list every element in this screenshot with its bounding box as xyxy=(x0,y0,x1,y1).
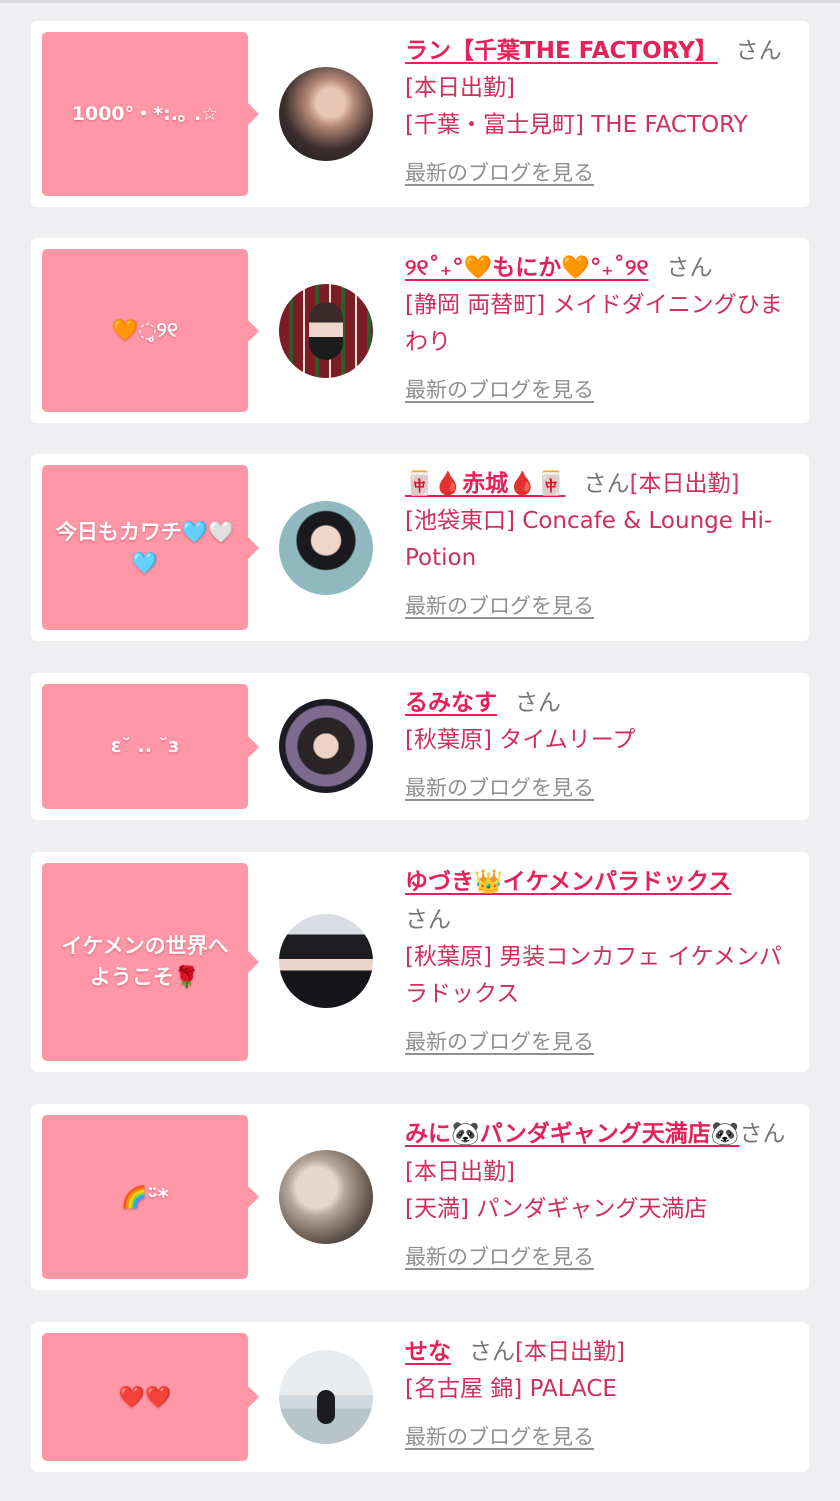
bubble-message: ❤️❤️ xyxy=(118,1384,172,1409)
cast-name-link[interactable]: ラン【千葉THE FACTORY】 xyxy=(405,38,718,64)
bubble-message: ɛ˘ .. ˘з xyxy=(110,735,180,757)
avatar[interactable] xyxy=(279,284,373,378)
avatar[interactable] xyxy=(279,914,373,1008)
avatar[interactable] xyxy=(279,699,373,793)
cast-name-link[interactable]: みに🐼パンダギャング天満店🐼 xyxy=(405,1121,739,1147)
cast-card: イケメンの世界へようこそ🌹 ゆづき👑イケメンパラドックス さん [秋葉原] 男装コ… xyxy=(31,852,809,1072)
speech-bubble: ɛ˘ .. ˘з xyxy=(42,684,259,809)
latest-blog-link[interactable]: 最新のブログを見る xyxy=(405,773,594,803)
shop-name: [秋葉原] タイムリープ xyxy=(405,727,636,753)
cast-name-link[interactable]: 🀄🩸赤城🩸🀄 xyxy=(405,471,566,497)
bubble-message: 今日もカワチ🩵🤍🩵 xyxy=(55,519,235,575)
cast-info: ୨୧˚₊°🧡もにか🧡°₊˚୨୧ さん [静岡 両替町] メイドダイニングひまわり … xyxy=(405,249,801,405)
shop-name: [天満] パンダギャング天満店 xyxy=(405,1196,708,1222)
cast-card: ❤️❤️ せな さん[本日出勤] [名古屋 錦] PALACE 最新のブログを見る xyxy=(31,1322,809,1472)
speech-bubble: 🌈ᵕ̈* xyxy=(42,1115,259,1279)
cast-card: 今日もカワチ🩵🤍🩵 🀄🩸赤城🩸🀄 さん[本日出勤] [池袋東口] Concafe … xyxy=(31,454,809,641)
avatar[interactable] xyxy=(279,501,373,595)
latest-blog-link[interactable]: 最新のブログを見る xyxy=(405,158,594,188)
speech-bubble: 1000°・*:.｡ .☆ xyxy=(42,32,259,196)
speech-bubble: 今日もカワチ🩵🤍🩵 xyxy=(42,465,259,630)
cast-card: 🌈ᵕ̈* みに🐼パンダギャング天満店🐼さん [本日出勤] [天満] パンダギャング… xyxy=(31,1104,809,1290)
shop-name: [名古屋 錦] PALACE xyxy=(405,1376,617,1402)
speech-bubble: 🧡◌̥୨୧ xyxy=(42,249,259,412)
cast-card: 1000°・*:.｡ .☆ ラン【千葉THE FACTORY】 さん [本日出勤]… xyxy=(31,21,809,207)
honorific: さん xyxy=(739,1121,786,1147)
cast-info: ゆづき👑イケメンパラドックス さん [秋葉原] 男装コンカフェ イケメンパラドック… xyxy=(405,863,801,1057)
cast-name-link[interactable]: ୨୧˚₊°🧡もにか🧡°₊˚୨୧ xyxy=(405,255,648,281)
honorific: さん xyxy=(666,255,713,281)
bubble-message: 1000°・*:.｡ .☆ xyxy=(71,102,219,125)
work-status: [本日出勤] xyxy=(405,75,515,101)
cast-info: 🀄🩸赤城🩸🀄 さん[本日出勤] [池袋東口] Concafe & Lounge H… xyxy=(405,465,801,621)
avatar-portrait xyxy=(309,302,343,360)
shop-name: [静岡 両替町] メイドダイニングひまわり xyxy=(405,292,783,355)
latest-blog-link[interactable]: 最新のブログを見る xyxy=(405,1027,594,1057)
speech-bubble: イケメンの世界へようこそ🌹 xyxy=(42,863,259,1061)
work-status: [本日出勤] xyxy=(405,1159,515,1185)
avatar-portrait xyxy=(317,1390,335,1424)
cast-name-link[interactable]: るみなす xyxy=(405,690,497,716)
work-status: [本日出勤] xyxy=(515,1339,625,1365)
shop-name: [千葉・富士見町] THE FACTORY xyxy=(405,112,748,138)
cast-info: みに🐼パンダギャング天満店🐼さん [本日出勤] [天満] パンダギャング天満店 最… xyxy=(405,1115,801,1272)
honorific: さん xyxy=(583,471,630,497)
avatar[interactable] xyxy=(279,67,373,161)
shop-name: [秋葉原] 男装コンカフェ イケメンパラドックス xyxy=(405,944,782,1007)
bubble-message: イケメンの世界へようこそ🌹 xyxy=(61,934,229,989)
work-status: [本日出勤] xyxy=(629,471,740,497)
cast-info: るみなす さん [秋葉原] タイムリープ 最新のブログを見る xyxy=(405,684,801,803)
speech-bubble: ❤️❤️ xyxy=(42,1333,259,1461)
honorific: さん xyxy=(405,907,451,933)
honorific: さん xyxy=(469,1339,515,1365)
shop-name: [池袋東口] Concafe & Lounge Hi-Potion xyxy=(405,508,773,571)
bubble-message: 🧡◌̥୨୧ xyxy=(112,318,178,342)
avatar[interactable] xyxy=(279,1350,373,1444)
cast-info: ラン【千葉THE FACTORY】 さん [本日出勤] [千葉・富士見町] THE… xyxy=(405,32,801,188)
cast-name-link[interactable]: せな xyxy=(405,1339,451,1365)
cast-card: 🧡◌̥୨୧ ୨୧˚₊°🧡もにか🧡°₊˚୨୧ さん [静岡 両替町] メイドダイニン… xyxy=(31,238,809,423)
cast-card: ɛ˘ .. ˘з るみなす さん [秋葉原] タイムリープ 最新のブログを見る xyxy=(31,673,809,820)
latest-blog-link[interactable]: 最新のブログを見る xyxy=(405,591,594,621)
latest-blog-link[interactable]: 最新のブログを見る xyxy=(405,1242,594,1272)
top-divider xyxy=(0,0,840,3)
honorific: さん xyxy=(735,38,782,64)
honorific: さん xyxy=(515,690,561,716)
avatar[interactable] xyxy=(279,1150,373,1244)
latest-blog-link[interactable]: 最新のブログを見る xyxy=(405,375,594,405)
cast-info: せな さん[本日出勤] [名古屋 錦] PALACE 最新のブログを見る xyxy=(405,1333,801,1452)
bubble-message: 🌈ᵕ̈* xyxy=(121,1184,169,1209)
cast-name-link[interactable]: ゆづき👑イケメンパラドックス xyxy=(405,869,731,895)
latest-blog-link[interactable]: 最新のブログを見る xyxy=(405,1422,594,1452)
